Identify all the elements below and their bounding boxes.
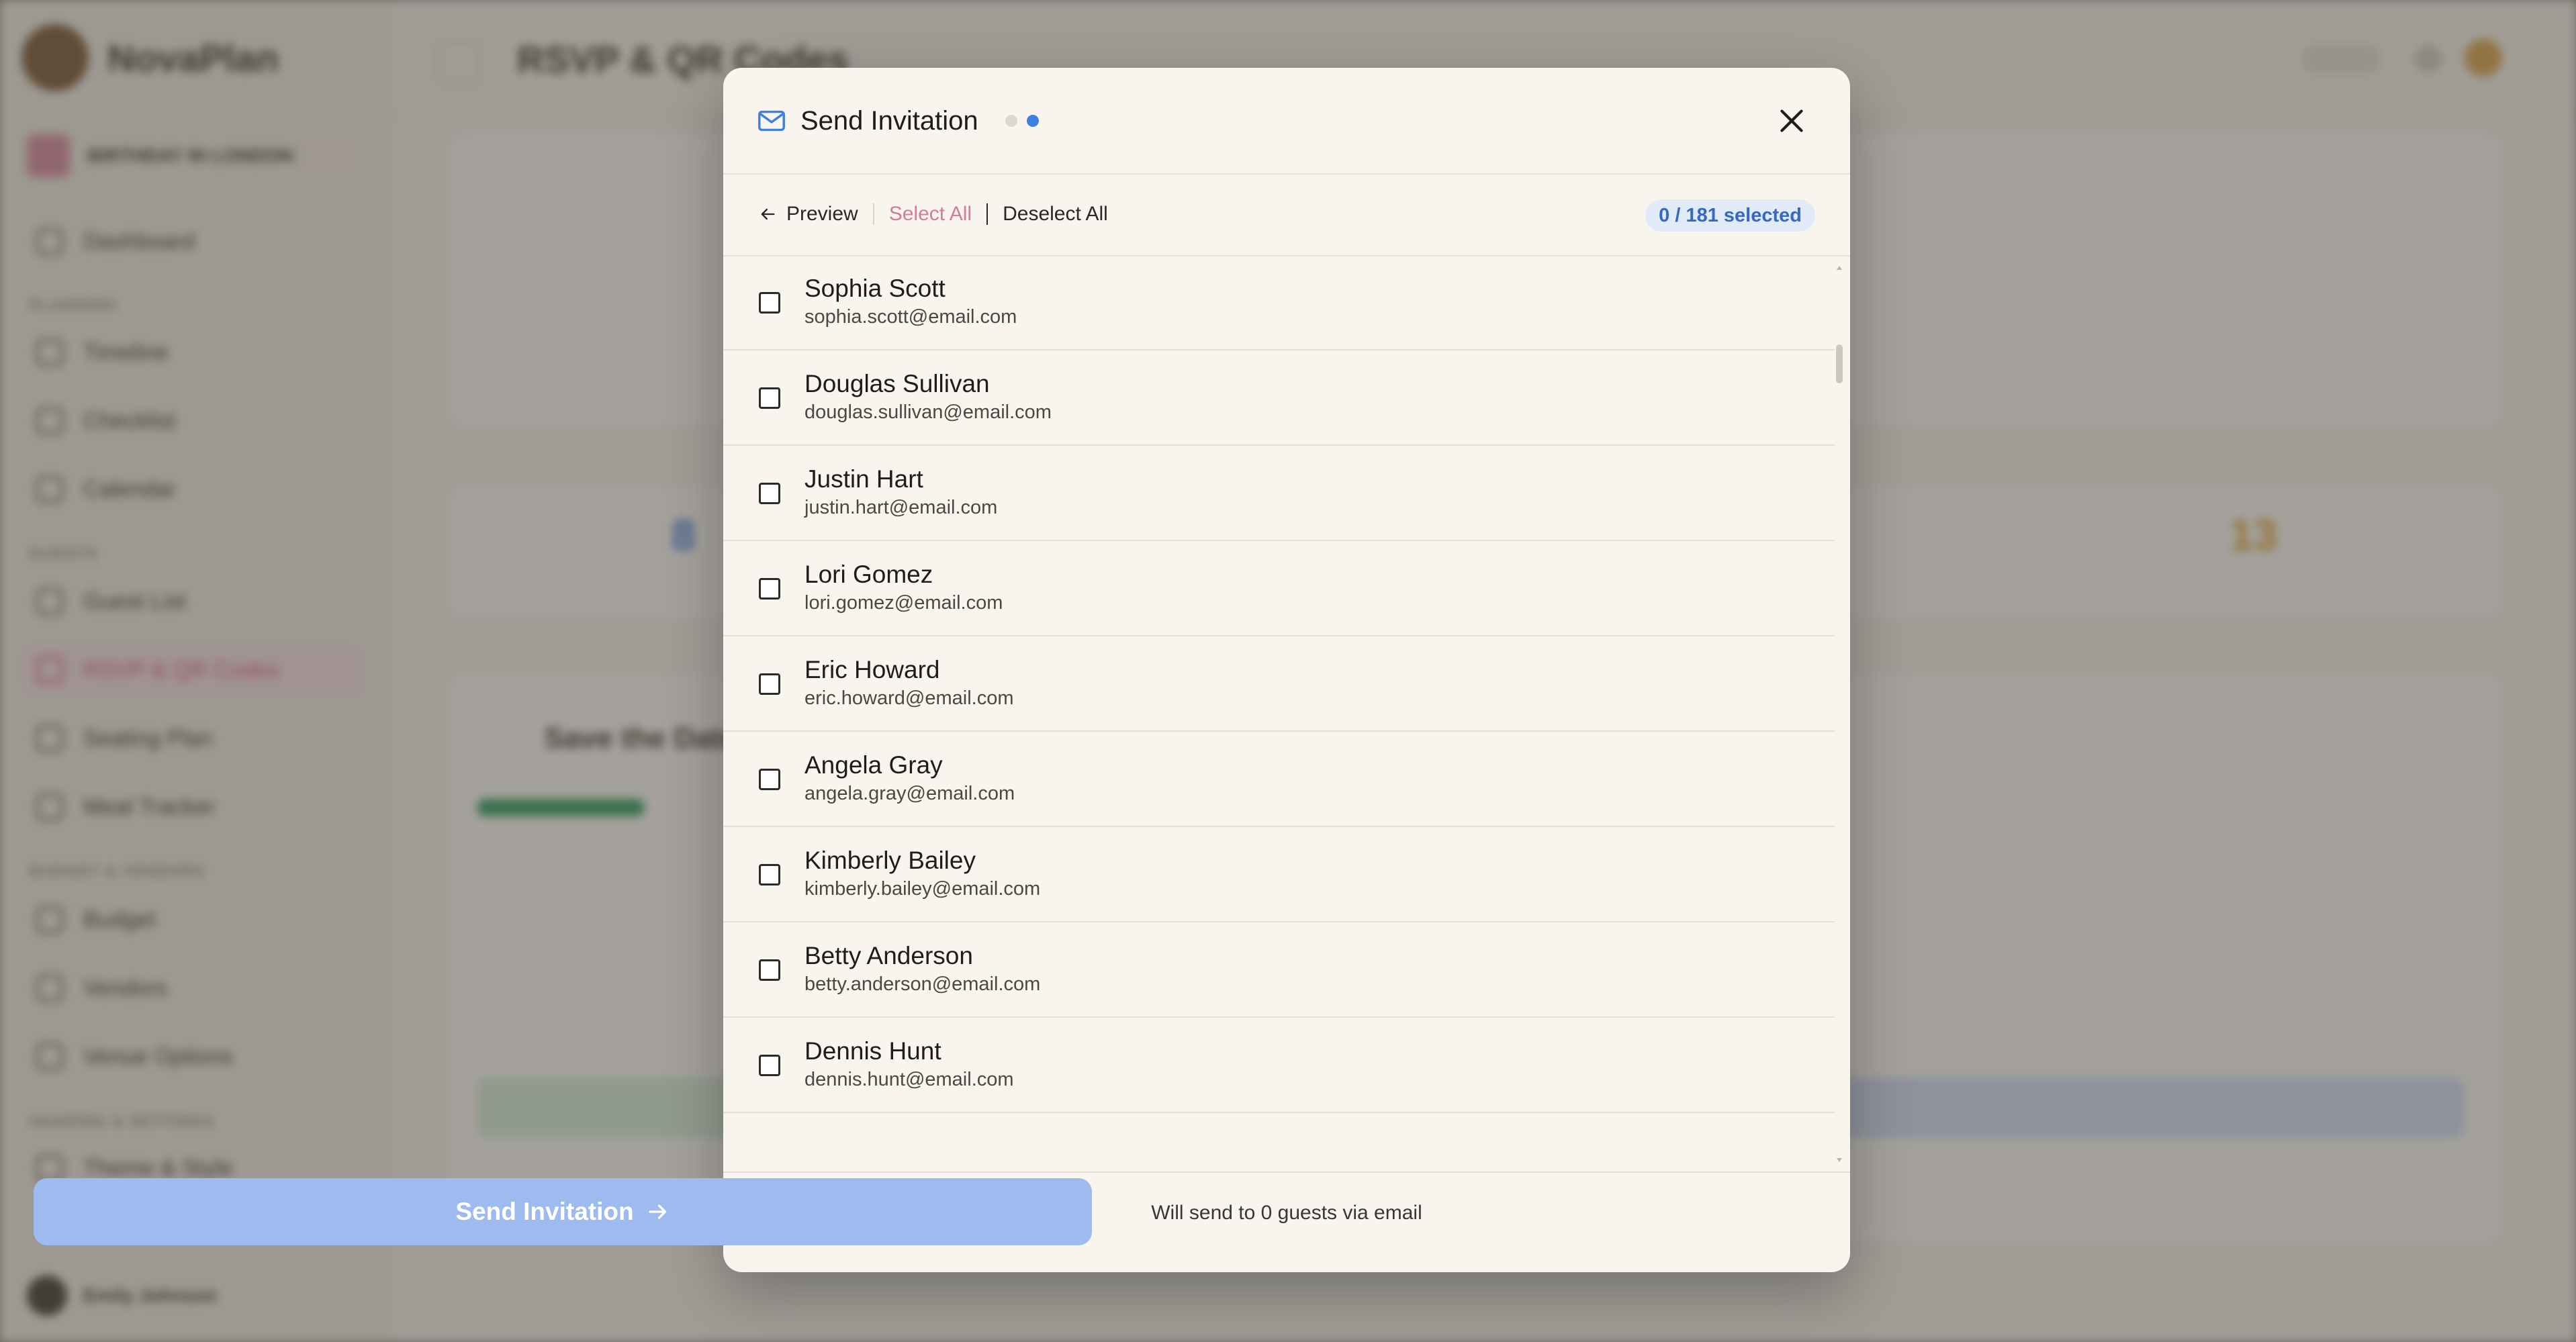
step-dot-1: [1005, 115, 1017, 127]
selection-toolbar: Preview Select All Deselect All 0 / 181 …: [723, 173, 1850, 256]
guest-name: Betty Anderson: [804, 942, 973, 969]
guest-row[interactable]: Kimberly Bailey kimberly.bailey@email.com: [723, 827, 1835, 922]
list-scrollbar[interactable]: [1835, 266, 1844, 1162]
guest-name: Angela Gray: [804, 751, 943, 779]
guest-email: douglas.sullivan@email.com: [804, 401, 1052, 423]
guest-name: Eric Howard: [804, 656, 940, 683]
guest-row[interactable]: Douglas Sullivan douglas.sullivan@email.c…: [723, 350, 1835, 446]
guest-email: eric.howard@email.com: [804, 687, 1014, 709]
guest-email: betty.anderson@email.com: [804, 973, 1041, 995]
guest-checkbox[interactable]: [759, 387, 780, 409]
guest-checkbox[interactable]: [759, 1055, 780, 1076]
guest-email: kimberly.bailey@email.com: [804, 878, 1041, 900]
guest-name: Dennis Hunt: [804, 1037, 941, 1065]
guest-name: Douglas Sullivan: [804, 370, 990, 397]
guest-checkbox[interactable]: [759, 959, 780, 981]
scrollbar-thumb[interactable]: [1836, 344, 1843, 383]
guest-email: angela.gray@email.com: [804, 783, 1015, 804]
arrow-right-icon: [648, 1204, 666, 1219]
guest-checkbox[interactable]: [759, 483, 780, 504]
guest-list[interactable]: Sophia Scott sophia.scott@email.com Dougl…: [723, 255, 1835, 1171]
divider: [986, 203, 988, 225]
modal-header: Send Invitation: [723, 68, 1850, 175]
guest-email: justin.hart@email.com: [804, 497, 998, 518]
guest-checkbox[interactable]: [759, 292, 780, 314]
select-all-button[interactable]: Select All: [889, 203, 972, 226]
preview-button[interactable]: Preview: [786, 203, 858, 226]
guest-row[interactable]: Sophia Scott sophia.scott@email.com: [723, 255, 1835, 350]
guest-row[interactable]: Angela Gray angela.gray@email.com: [723, 732, 1835, 827]
guest-email: sophia.scott@email.com: [804, 306, 1017, 328]
guest-name: Kimberly Bailey: [804, 847, 976, 874]
modal-title: Send Invitation: [800, 105, 978, 136]
guest-checkbox[interactable]: [759, 864, 780, 885]
send-invitation-modal: Send Invitation Preview Select All Desel…: [723, 68, 1850, 1272]
arrow-left-icon[interactable]: [758, 205, 777, 224]
guest-checkbox[interactable]: [759, 673, 780, 695]
guest-name: Lori Gomez: [804, 561, 933, 588]
close-icon[interactable]: [1775, 104, 1808, 138]
divider: [872, 203, 874, 225]
guest-row[interactable]: Eric Howard eric.howard@email.com: [723, 636, 1835, 732]
guest-checkbox[interactable]: [759, 769, 780, 790]
send-invitation-label: Send Invitation: [455, 1198, 634, 1225]
deselect-all-button[interactable]: Deselect All: [1003, 203, 1108, 226]
scroll-up-icon[interactable]: [1837, 266, 1842, 270]
step-dot-2: [1026, 115, 1039, 127]
guest-name: Justin Hart: [804, 465, 923, 493]
guest-email: dennis.hunt@email.com: [804, 1069, 1014, 1090]
step-indicator: [1005, 115, 1039, 127]
guest-row[interactable]: Justin Hart justin.hart@email.com: [723, 446, 1835, 541]
guest-row[interactable]: Dennis Hunt dennis.hunt@email.com: [723, 1018, 1835, 1113]
guest-email: lori.gomez@email.com: [804, 592, 1003, 614]
guest-row[interactable]: Lori Gomez lori.gomez@email.com: [723, 541, 1835, 636]
mail-icon: [758, 110, 785, 132]
guest-row[interactable]: Betty Anderson betty.anderson@email.com: [723, 922, 1835, 1018]
guest-checkbox[interactable]: [759, 578, 780, 600]
scroll-down-icon[interactable]: [1837, 1158, 1842, 1162]
send-invitation-button[interactable]: Send Invitation: [34, 1178, 1092, 1245]
guest-name: Sophia Scott: [804, 275, 946, 302]
selected-count-badge: 0 / 181 selected: [1645, 199, 1815, 232]
